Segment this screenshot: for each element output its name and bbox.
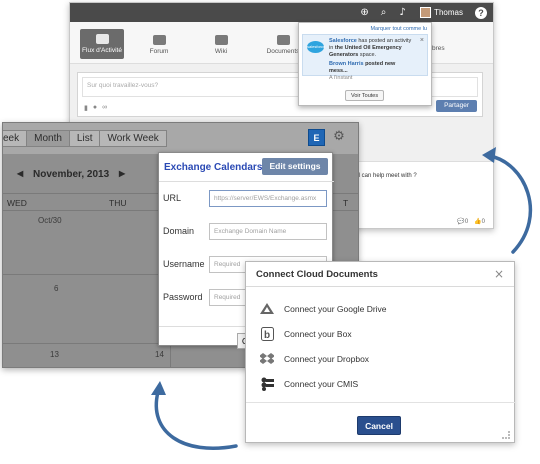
password-label: Password — [163, 292, 203, 302]
notifications-icon[interactable]: ♪ — [397, 7, 408, 18]
connect-google-drive[interactable]: Connect your Google Drive — [260, 301, 387, 317]
close-icon[interactable]: × — [494, 267, 504, 281]
attach-file-icon[interactable]: ▮ — [84, 104, 88, 112]
date-cell[interactable]: Oct/30 — [38, 216, 62, 225]
domain-label: Domain — [163, 226, 195, 236]
wiki-icon — [214, 35, 228, 45]
composite-screenshot: ⊕ ⌕ ♪ Thomas ? Flux d'Activité Forum Wik… — [0, 0, 540, 464]
day-header: WED — [7, 198, 27, 208]
notification-sub-message: Brown Harris posted new mess... — [329, 61, 396, 74]
composer-tools: ▮ ● ∞ — [84, 104, 107, 112]
gear-icon[interactable]: ⚙ — [332, 130, 346, 144]
divider — [246, 402, 516, 403]
connect-dropbox[interactable]: Connect your Dropbox — [260, 351, 369, 367]
url-field[interactable]: https://server/EWS/Exchange.asmx — [209, 190, 327, 207]
edit-settings-button[interactable]: Edit settings — [262, 158, 328, 175]
google-drive-icon — [260, 302, 274, 316]
arrow-down-left — [154, 390, 238, 450]
see-all-button[interactable]: Voir Toutes — [345, 90, 385, 101]
link-icon[interactable]: ∞ — [102, 104, 107, 112]
dialog-title: Exchange Calendars — [164, 162, 263, 173]
box-icon: b — [260, 327, 274, 341]
tab-list[interactable]: List — [68, 130, 101, 147]
documents-icon — [276, 35, 290, 45]
domain-field[interactable]: Exchange Domain Name — [209, 223, 327, 240]
day-header: THU — [109, 198, 127, 208]
connect-cmis[interactable]: Connect your CMIS — [260, 376, 358, 392]
notification-popover: Marquer tout comme lu salesforce × Sales… — [298, 22, 432, 106]
connect-label: Connect your Dropbox — [284, 354, 370, 364]
tab-month[interactable]: Month — [26, 130, 70, 147]
like-count[interactable]: 👍0 — [474, 218, 485, 225]
salesforce-logo-icon: salesforce — [307, 41, 325, 53]
mention-icon[interactable]: ● — [93, 104, 97, 112]
nav-activity-stream[interactable]: Flux d'Activité — [80, 29, 124, 59]
date-cell[interactable]: 13 — [50, 350, 59, 359]
forum-icon — [152, 35, 166, 45]
add-icon[interactable]: ⊕ — [359, 7, 370, 18]
nav-label: Forum — [149, 48, 169, 55]
user-name: Thomas — [434, 8, 463, 17]
day-header: T — [343, 198, 349, 208]
feed-item-stats: 💬0 👍0 — [457, 218, 485, 225]
nav-forum[interactable]: Forum — [128, 27, 190, 63]
nav-members-label[interactable]: bres — [432, 45, 445, 52]
dropbox-icon — [260, 352, 274, 366]
connect-cloud-documents-dialog: Connect Cloud Documents × Connect your G… — [245, 261, 516, 443]
exchange-icon[interactable]: E — [308, 129, 325, 146]
notification-item[interactable]: salesforce × Salesforce has posted an ac… — [302, 34, 428, 81]
month-label: November, 2013 — [33, 169, 110, 180]
nav-label: Documents — [266, 48, 300, 55]
user-menu[interactable]: Thomas — [416, 7, 467, 18]
view-tabs: eek Month List Work Week — [3, 130, 167, 147]
username-label: Username — [163, 259, 205, 269]
arrow-head-down-left — [151, 381, 166, 395]
tab-work-week[interactable]: Work Week — [99, 130, 167, 147]
mark-all-read-link[interactable]: Marquer tout comme lu — [299, 23, 431, 34]
date-cell[interactable]: 14 — [155, 350, 164, 359]
dialog-title: Connect Cloud Documents — [256, 269, 378, 280]
nav-label: Wiki — [214, 48, 228, 55]
share-button[interactable]: Partager — [436, 100, 477, 112]
arrow-up-right — [488, 154, 533, 254]
tab-week[interactable]: eek — [3, 130, 28, 147]
connect-box[interactable]: b Connect your Box — [260, 326, 352, 342]
comment-count[interactable]: 💬0 — [457, 218, 468, 225]
connect-label: Connect your CMIS — [284, 379, 359, 389]
close-icon[interactable]: × — [420, 37, 424, 44]
activity-icon — [95, 34, 109, 44]
nav-wiki[interactable]: Wiki — [190, 27, 252, 63]
nav-label: Flux d'Activité — [82, 47, 122, 54]
calendar-toolbar: eek Month List Work Week E ⚙ — [3, 123, 358, 154]
help-icon[interactable]: ? — [475, 6, 487, 19]
connect-label: Connect your Box — [284, 329, 352, 339]
search-icon[interactable]: ⌕ — [378, 7, 389, 18]
cmis-icon — [260, 377, 274, 391]
date-cell[interactable]: 6 — [54, 284, 58, 293]
top-toolbar: ⊕ ⌕ ♪ Thomas ? — [70, 3, 493, 22]
dialog-header: Connect Cloud Documents × — [246, 262, 514, 287]
notification-time: A l'instant — [329, 75, 353, 81]
chevron-right-icon[interactable]: ▶ — [119, 169, 125, 178]
notification-message: Salesforce has posted an activity in the… — [329, 38, 412, 58]
url-label: URL — [163, 193, 182, 203]
avatar — [420, 7, 432, 18]
svg-text:b: b — [264, 330, 270, 341]
cancel-button[interactable]: Cancel — [357, 416, 401, 435]
connect-label: Connect your Google Drive — [284, 304, 387, 314]
chevron-left-icon[interactable]: ◀ — [17, 169, 23, 178]
divider — [159, 181, 334, 182]
resize-grip-icon[interactable] — [502, 431, 510, 439]
